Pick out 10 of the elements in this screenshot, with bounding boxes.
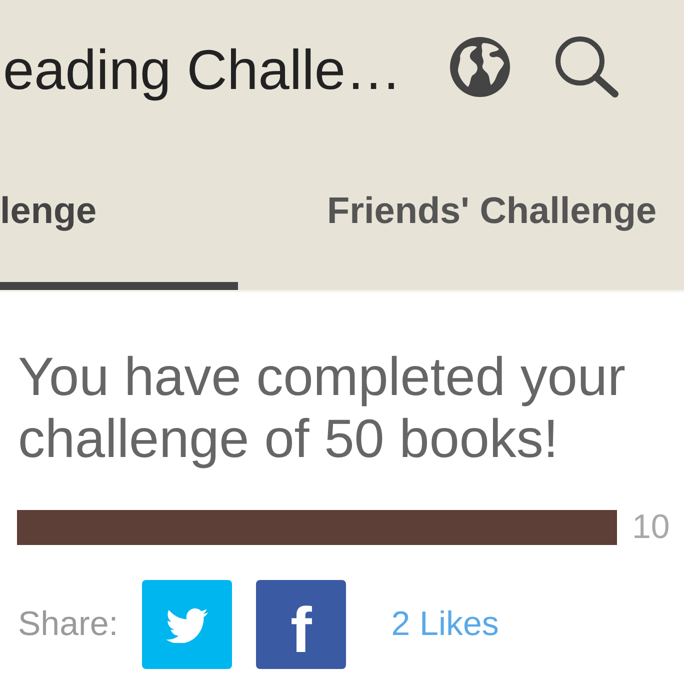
challenge-message: You have completed your challenge of 50 books! [18,346,626,470]
globe-icon[interactable] [450,37,510,97]
tab[interactable]: Friends' Challenge [238,140,657,290]
bird-icon [166,606,208,642]
share-label: Share: [18,605,118,644]
progress-percent: 10 [632,508,670,547]
app-title: eading Challe… [2,39,402,101]
facebook-button[interactable]: f [256,580,346,669]
search-icon[interactable] [555,36,619,98]
tab[interactable]: lenge [0,140,238,290]
